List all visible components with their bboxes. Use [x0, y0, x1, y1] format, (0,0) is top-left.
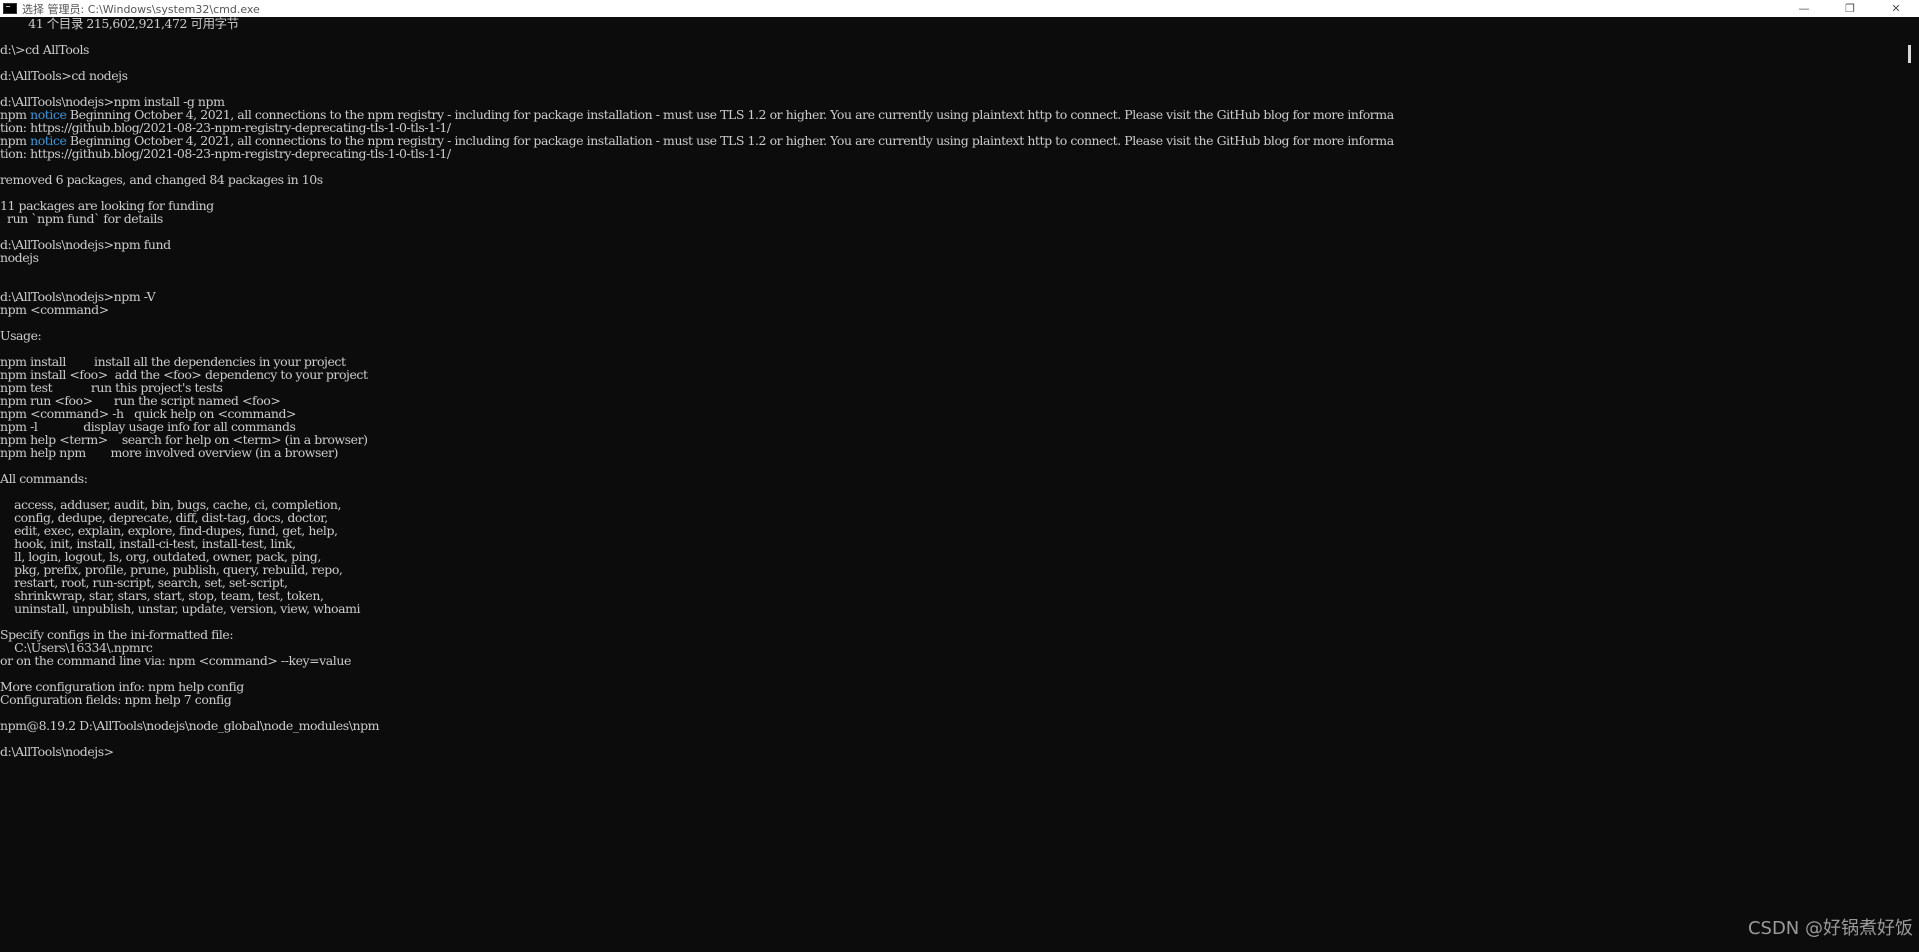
console-line: 41 个目录 215,602,921,472 可用字节	[0, 17, 239, 31]
console-line: All commands:	[0, 471, 88, 486]
vertical-scrollbar[interactable]	[1900, 17, 1919, 952]
console-line: tion: https://github.blog/2021-08-23-npm…	[0, 146, 451, 161]
close-button[interactable]: ✕	[1873, 0, 1919, 17]
console-line: removed 6 packages, and changed 84 packa…	[0, 172, 323, 187]
console-line: npm@8.19.2 D:\AllTools\nodejs\node_globa…	[0, 718, 380, 733]
console-line: Specify configs in the ini-formatted fil…	[0, 627, 234, 642]
title-bar[interactable]: 选择 管理员: C:\Windows\system32\cmd.exe — ❐ …	[0, 0, 1919, 17]
window-title: 选择 管理员: C:\Windows\system32\cmd.exe	[22, 2, 260, 16]
console-output[interactable]: 41 个目录 215,602,921,472 可用字节 d:\>cd AllToo…	[0, 17, 1900, 952]
console-line: Configuration fields: npm help 7 config	[0, 692, 232, 707]
console-line: d:\AllTools\nodejs>	[0, 744, 114, 759]
console-line: run `npm fund` for details	[0, 211, 163, 226]
console-line: npm install <foo> add the <foo> dependen…	[0, 367, 368, 382]
console-line: npm help npm more involved overview (in …	[0, 445, 338, 460]
console-line: uninstall, unpublish, unstar, update, ve…	[0, 601, 361, 616]
console-line: 11 packages are looking for funding	[0, 198, 214, 213]
minimize-button[interactable]: —	[1781, 0, 1827, 17]
scrollbar-thumb[interactable]	[1908, 45, 1911, 63]
console-line: d:\AllTools>cd nodejs	[0, 68, 128, 83]
console-line: d:\AllTools\nodejs>npm -V	[0, 289, 156, 304]
console-line: More configuration info: npm help config	[0, 679, 244, 694]
console-line: d:\>cd AllTools	[0, 42, 89, 57]
console-line: Usage:	[0, 328, 42, 343]
console-line: nodejs	[0, 250, 39, 265]
watermark-text: CSDN @好锅煮好饭	[1747, 918, 1913, 939]
window-controls: — ❐ ✕	[1781, 0, 1919, 17]
console-line: or on the command line via: npm <command…	[0, 653, 351, 668]
cmd-window: 选择 管理员: C:\Windows\system32\cmd.exe — ❐ …	[0, 0, 1919, 952]
console-line: npm <command>	[0, 302, 109, 317]
console-line: npm test run this project's tests	[0, 380, 223, 395]
cmd-app-icon	[3, 3, 17, 14]
maximize-button[interactable]: ❐	[1827, 0, 1873, 17]
console-line: d:\AllTools\nodejs>npm fund	[0, 237, 171, 252]
